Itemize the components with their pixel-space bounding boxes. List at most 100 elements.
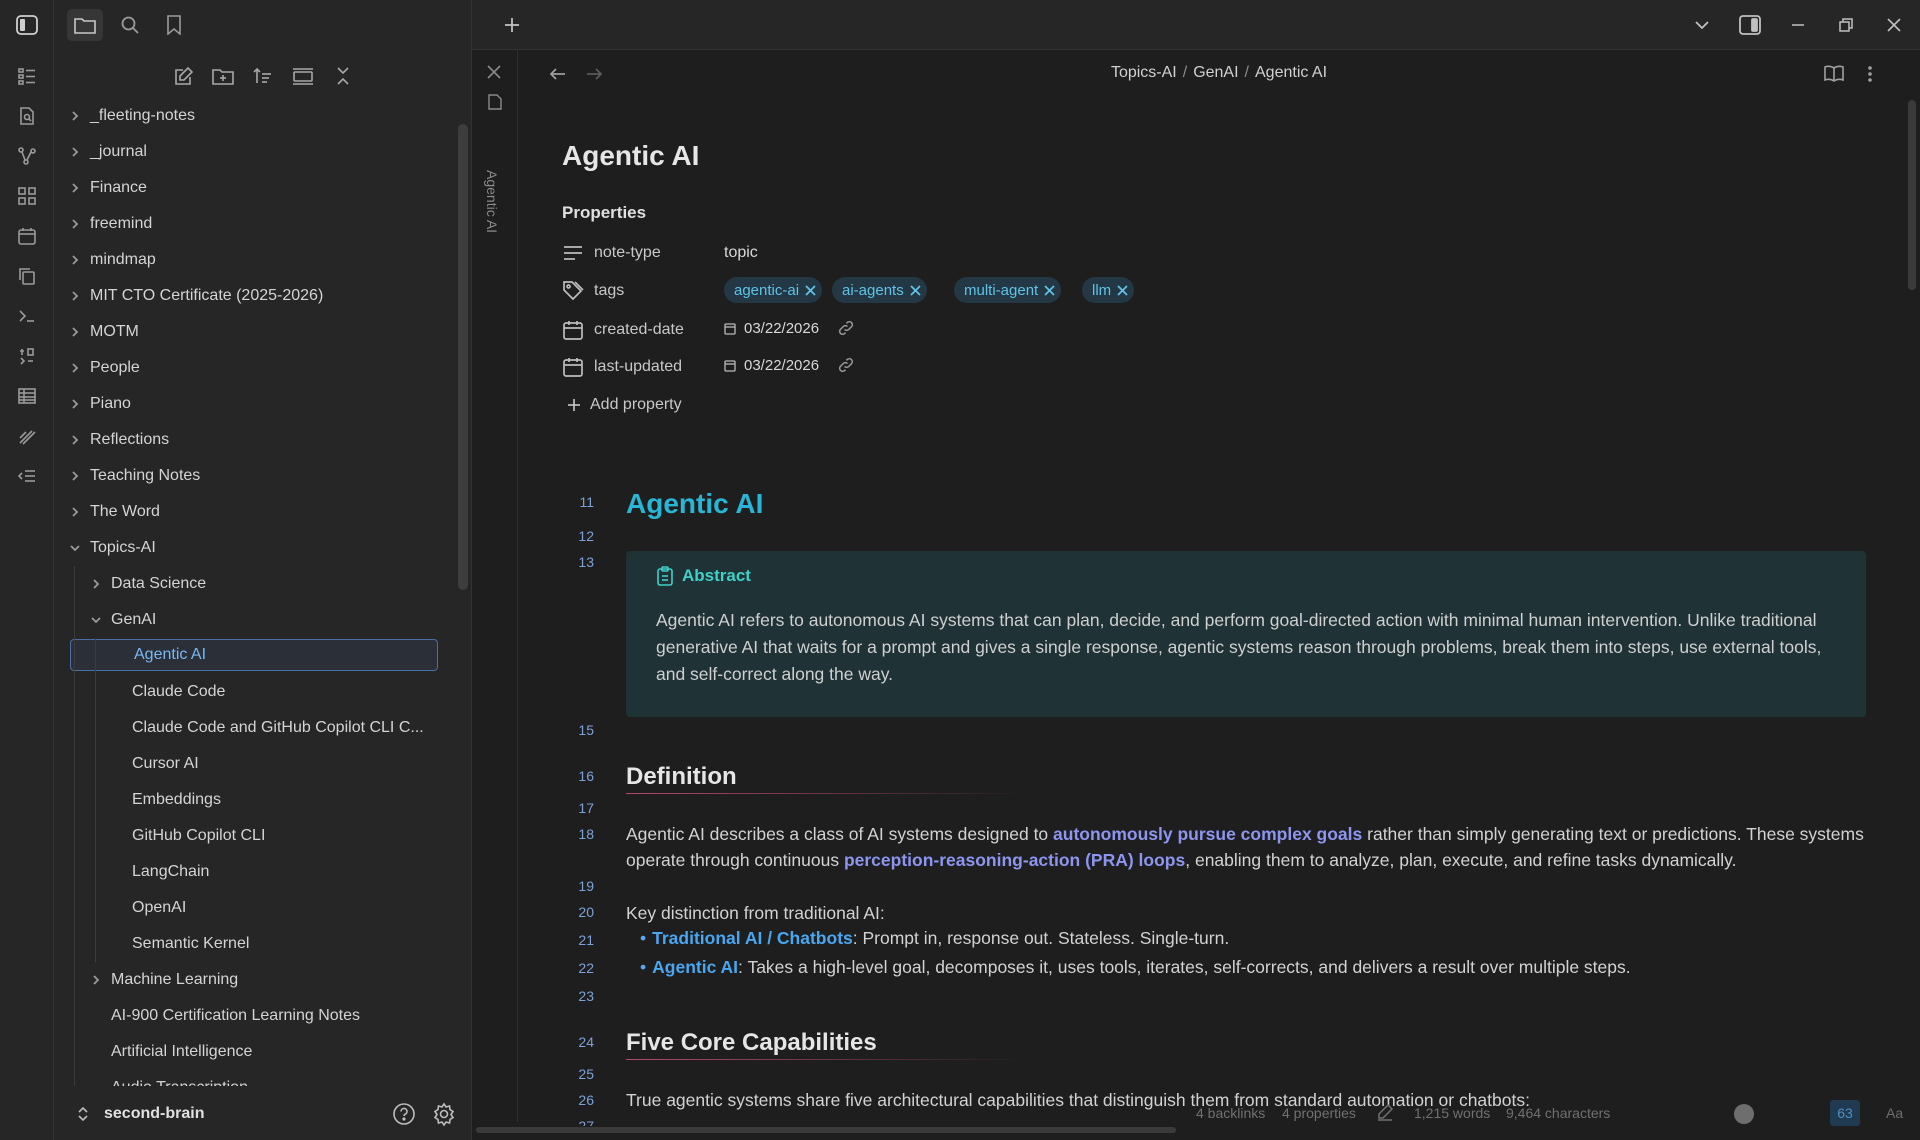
text-lines-icon[interactable] [562, 242, 584, 264]
tags-icon[interactable] [562, 280, 584, 302]
chevron-right-icon[interactable] [89, 577, 103, 591]
font-size-button[interactable]: Aa [1886, 1105, 1903, 1121]
breadcrumb-genai[interactable]: GenAI [1193, 64, 1238, 81]
window-restore-icon[interactable] [1830, 9, 1862, 41]
tree-folder-teaching-notes[interactable]: Teaching Notes [68, 460, 444, 492]
chevron-right-icon[interactable] [68, 325, 82, 339]
terminal-icon[interactable] [11, 300, 43, 332]
outline-icon[interactable] [11, 460, 43, 492]
new-tab-plus-icon[interactable] [496, 9, 528, 41]
vault-switch-chevron-icon[interactable] [76, 1105, 90, 1123]
copy-icon[interactable] [11, 260, 43, 292]
dashboard-icon[interactable] [11, 60, 43, 92]
tree-file-embeddings[interactable]: Embeddings [110, 784, 444, 816]
sort-icon[interactable] [247, 60, 279, 92]
tree-file-github-copilot-cli[interactable]: GitHub Copilot CLI [110, 820, 444, 852]
properties-count[interactable]: 4 properties [1282, 1105, 1356, 1121]
excalidraw-icon[interactable] [11, 420, 43, 452]
horizontal-scroll-thumb[interactable] [476, 1127, 1176, 1133]
tree-folder-finance[interactable]: Finance [68, 172, 444, 204]
bookmark-tab-icon[interactable] [156, 9, 192, 41]
calendar-icon[interactable] [562, 319, 584, 341]
file-search-icon[interactable] [11, 100, 43, 132]
settings-gear-icon[interactable] [432, 1102, 456, 1126]
search-tab-icon[interactable] [112, 9, 148, 41]
chevron-right-icon[interactable] [68, 253, 82, 267]
tree-folder-mit-cto-certificate-2025-2026[interactable]: MIT CTO Certificate (2025-2026) [68, 280, 444, 312]
files-tab-folder-icon[interactable] [67, 9, 103, 41]
tree-file-ai-900-certification-learning-notes[interactable]: AI-900 Certification Learning Notes [89, 1000, 444, 1032]
zoom-slider-knob[interactable] [1734, 1104, 1754, 1124]
new-note-icon[interactable] [168, 60, 200, 92]
chevron-down-icon[interactable] [89, 613, 103, 627]
chevron-right-icon[interactable] [68, 505, 82, 519]
tree-folder-fleeting-notes[interactable]: _fleeting-notes [68, 100, 444, 132]
tree-file-artificial-intelligence[interactable]: Artificial Intelligence [89, 1036, 444, 1068]
definition-paragraph[interactable]: Agentic AI describes a class of AI syste… [626, 821, 1866, 873]
tree-folder-genai[interactable]: GenAI [89, 604, 444, 636]
tree-file-agentic-ai[interactable]: Agentic AI [70, 639, 438, 671]
file-tree-scrollbar[interactable] [458, 124, 468, 590]
backlinks-count[interactable]: 4 backlinks [1196, 1105, 1265, 1121]
heading-definition[interactable]: Definition [626, 763, 737, 793]
property-key[interactable]: created-date [594, 321, 684, 339]
grid-icon[interactable] [11, 180, 43, 212]
chevron-right-icon[interactable] [68, 397, 82, 411]
list-item[interactable]: • Traditional AI / Chatbots: Prompt in, r… [640, 928, 1229, 949]
chevron-right-icon[interactable] [68, 217, 82, 231]
heading-five-core-capabilities[interactable]: Five Core Capabilities [626, 1029, 877, 1059]
chevron-right-icon[interactable] [68, 289, 82, 303]
tree-file-langchain[interactable]: LangChain [110, 856, 444, 888]
vault-switcher[interactable]: second-brain [54, 1094, 472, 1134]
vault-name[interactable]: second-brain [104, 1105, 204, 1123]
window-minimize-icon[interactable] [1782, 9, 1814, 41]
add-property-button[interactable]: Add property [566, 396, 682, 414]
open-date-link-icon[interactable] [837, 319, 855, 337]
remove-tag-icon[interactable] [1117, 284, 1128, 296]
property-key[interactable]: note-type [594, 244, 661, 262]
tree-file-claude-code[interactable]: Claude Code [110, 676, 444, 708]
tree-file-semantic-kernel[interactable]: Semantic Kernel [110, 928, 444, 960]
tree-folder-reflections[interactable]: Reflections [68, 424, 444, 456]
remove-tag-icon[interactable] [910, 284, 921, 296]
tab-list-chevron-icon[interactable] [1686, 9, 1718, 41]
tree-folder-the-word[interactable]: The Word [68, 496, 444, 528]
heading-1[interactable]: Agentic AI [626, 488, 763, 520]
edit-pencil-icon[interactable] [1376, 1103, 1394, 1121]
property-value-note-type[interactable]: topic [724, 244, 758, 262]
property-key[interactable]: last-updated [594, 358, 682, 376]
tag-pill[interactable]: ai-agents [832, 277, 927, 303]
date-input-created[interactable]: 03/22/2026 [724, 319, 855, 337]
chevron-down-icon[interactable] [68, 541, 82, 555]
breadcrumb-current-note[interactable]: Agentic AI [1255, 64, 1327, 81]
sidebar-toggle-icon[interactable] [11, 9, 43, 41]
chevron-right-icon[interactable] [68, 145, 82, 159]
tree-folder-machine-learning[interactable]: Machine Learning [89, 964, 444, 996]
new-folder-icon[interactable] [207, 60, 239, 92]
tree-folder-freemind[interactable]: freemind [68, 208, 444, 240]
tree-folder-topics-ai[interactable]: Topics-AI [68, 532, 444, 564]
tree-file-cursor-ai[interactable]: Cursor AI [110, 748, 444, 780]
tag-pill[interactable]: agentic-ai [724, 277, 823, 303]
inline-title[interactable]: Agentic AI [562, 140, 699, 172]
date-input-updated[interactable]: 03/22/2026 [724, 356, 855, 374]
table-icon[interactable] [11, 380, 43, 412]
tag-pill[interactable]: multi-agent [954, 277, 1062, 303]
reading-view-book-icon[interactable] [1818, 58, 1850, 90]
chevron-right-icon[interactable] [68, 361, 82, 375]
chevron-right-icon[interactable] [68, 181, 82, 195]
tag-pill[interactable]: llm [1082, 277, 1135, 303]
breadcrumb-topics-ai[interactable]: Topics-AI [1111, 64, 1177, 81]
chevron-right-icon[interactable] [68, 469, 82, 483]
chevron-right-icon[interactable] [89, 973, 103, 987]
collapse-all-icon[interactable] [327, 60, 359, 92]
tree-folder-motm[interactable]: MOTM [68, 316, 444, 348]
tree-file-openai[interactable]: OpenAI [110, 892, 444, 924]
properties-heading[interactable]: Properties [562, 203, 646, 223]
chevron-right-icon[interactable] [68, 109, 82, 123]
tree-folder-data-science[interactable]: Data Science [89, 568, 444, 600]
tree-folder-people[interactable]: People [68, 352, 444, 384]
graph-icon[interactable] [11, 140, 43, 172]
stacked-tab-title[interactable]: Agentic AI [484, 170, 500, 233]
tree-folder-mindmap[interactable]: mindmap [68, 244, 444, 276]
